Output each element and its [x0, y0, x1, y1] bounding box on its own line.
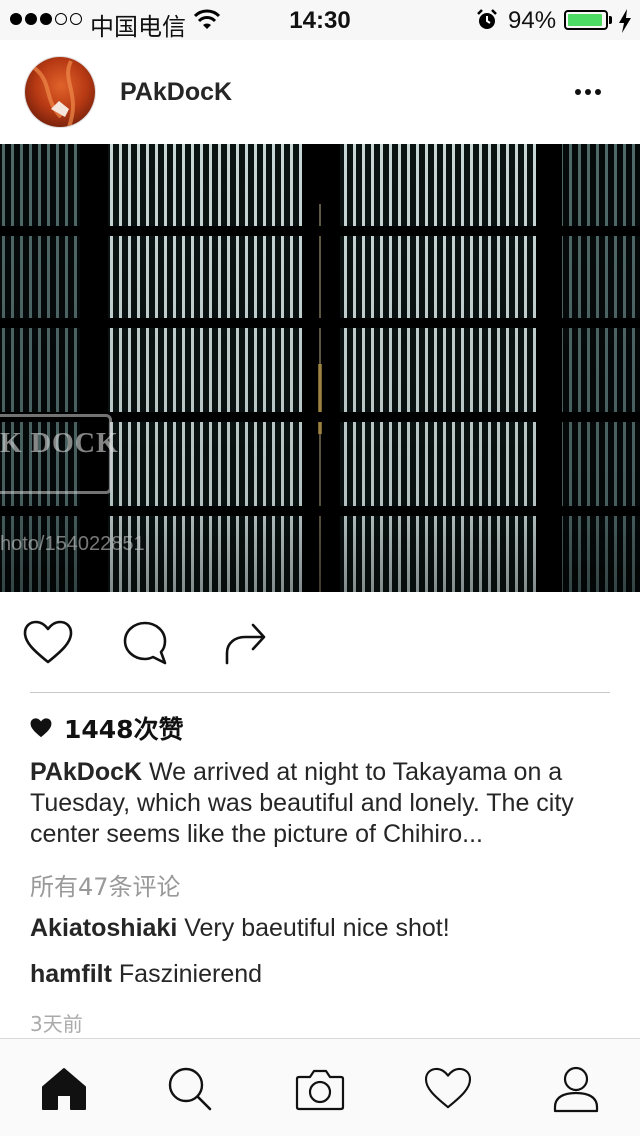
profile-icon[interactable]: [546, 1061, 606, 1117]
watermark-text: K DOCK: [0, 428, 119, 459]
more-options-icon[interactable]: [568, 78, 608, 106]
battery-icon: [564, 10, 608, 30]
comment-username[interactable]: Akiatoshiaki: [30, 914, 177, 942]
actions-divider: [30, 692, 610, 693]
battery-percent: 94%: [508, 7, 557, 34]
charging-icon: [619, 9, 631, 33]
camera-icon[interactable]: [290, 1061, 350, 1117]
post-timestamp: 3天前: [30, 1012, 83, 1036]
post-caption: PAkDocK We arrived at night to Takayama …: [30, 757, 615, 850]
caption-username[interactable]: PAkDocK: [30, 758, 142, 786]
comment-username[interactable]: hamfilt: [30, 960, 112, 988]
avatar[interactable]: [24, 56, 96, 128]
comment-item: Akiatoshiaki Very baeutiful nice shot!: [30, 914, 450, 943]
alarm-icon: [477, 9, 497, 29]
post-actions: [0, 592, 640, 692]
likes-heart-icon: [30, 718, 52, 738]
comment-text: Faszinierend: [118, 960, 263, 988]
likes-label: 1448次赞: [64, 715, 184, 744]
status-bar: 中国电信 14:30 94%: [0, 0, 640, 41]
search-icon[interactable]: [160, 1061, 220, 1117]
view-all-comments-link[interactable]: 所有47条评论: [30, 867, 181, 902]
comment-text: Very baeutiful nice shot!: [184, 914, 450, 942]
watermark-url: hoto/154022851: [0, 533, 145, 555]
home-icon[interactable]: [34, 1061, 94, 1117]
comment-icon[interactable]: [120, 618, 170, 668]
photo-image: [0, 144, 640, 592]
post-username[interactable]: PAkDocK: [120, 78, 232, 107]
heart-icon[interactable]: [23, 618, 73, 668]
likes-count[interactable]: 1448次赞: [30, 710, 184, 746]
post-header: PAkDocK: [0, 40, 640, 144]
tab-bar: [0, 1038, 640, 1136]
share-icon[interactable]: [220, 618, 270, 668]
post-photo[interactable]: K DOCK hoto/154022851: [0, 144, 640, 592]
activity-heart-icon[interactable]: [418, 1061, 478, 1117]
comment-item: hamfilt Faszinierend: [30, 960, 262, 989]
